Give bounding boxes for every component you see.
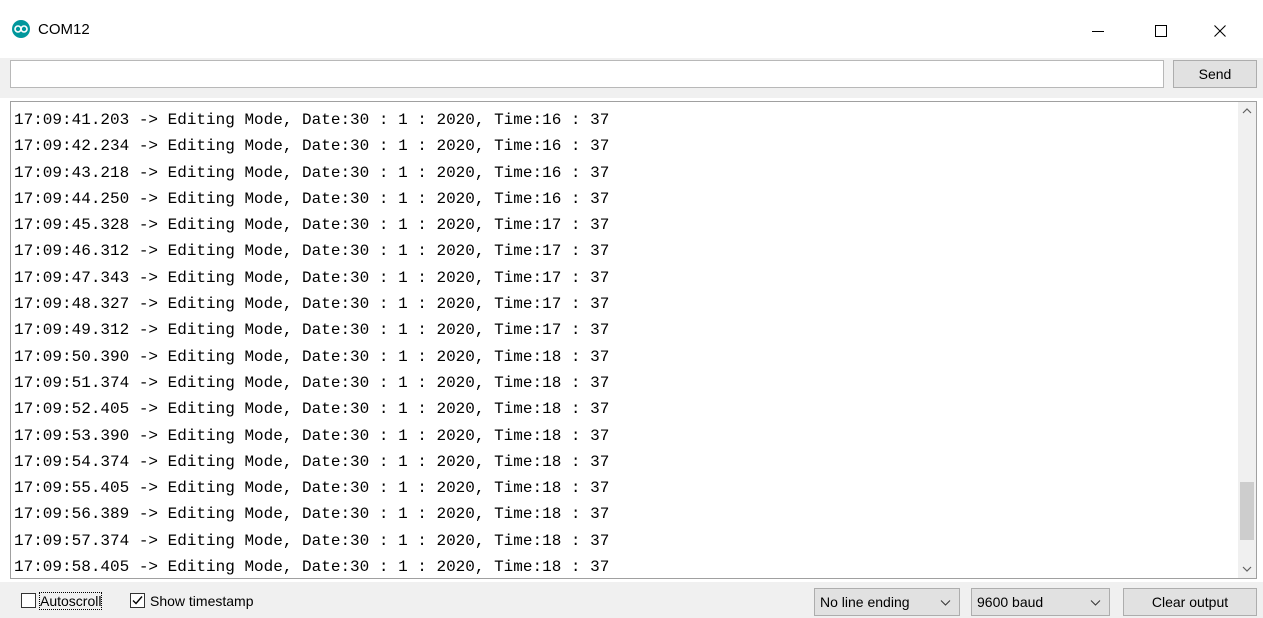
log-line: 17:09:55.405 -> Editing Mode, Date:30 : … [14, 479, 610, 498]
log-line: 17:09:45.328 -> Editing Mode, Date:30 : … [14, 216, 610, 235]
chevron-down-icon [1090, 600, 1101, 606]
log-line: 17:09:58.405 -> Editing Mode, Date:30 : … [14, 558, 610, 577]
send-button[interactable]: Send [1173, 60, 1257, 88]
vertical-scrollbar[interactable] [1238, 102, 1256, 578]
chevron-down-icon [940, 600, 951, 606]
maximize-button[interactable] [1138, 11, 1184, 51]
log-line: 17:09:53.390 -> Editing Mode, Date:30 : … [14, 426, 610, 445]
log-line: 17:09:56.389 -> Editing Mode, Date:30 : … [14, 505, 610, 524]
show-timestamp-label[interactable]: Show timestamp [150, 593, 253, 609]
log-line: 17:09:50.390 -> Editing Mode, Date:30 : … [14, 347, 610, 366]
log-line: 17:09:47.343 -> Editing Mode, Date:30 : … [14, 268, 610, 287]
window-title: COM12 [38, 21, 90, 38]
chevron-up-icon [1242, 108, 1252, 114]
title-bar: COM12 [0, 0, 1263, 56]
log-line: 17:09:52.405 -> Editing Mode, Date:30 : … [14, 400, 610, 419]
log-lines: 17:09:41.203 -> Editing Mode, Date:30 : … [14, 107, 1234, 580]
maximize-icon [1155, 25, 1167, 37]
scroll-up-button[interactable] [1238, 102, 1256, 120]
baud-rate-select[interactable]: 9600 baud [971, 588, 1110, 616]
arduino-infinity-icon [12, 20, 30, 38]
log-line: 17:09:41.203 -> Editing Mode, Date:30 : … [14, 111, 610, 129]
log-line: 17:09:43.218 -> Editing Mode, Date:30 : … [14, 163, 610, 182]
checkmark-icon [132, 596, 143, 605]
log-line: 17:09:48.327 -> Editing Mode, Date:30 : … [14, 295, 610, 314]
close-button[interactable] [1197, 11, 1243, 51]
baud-rate-value: 9600 baud [977, 594, 1044, 610]
log-line: 17:09:49.312 -> Editing Mode, Date:30 : … [14, 321, 610, 340]
chevron-down-icon [1242, 566, 1252, 572]
log-line: 17:09:57.374 -> Editing Mode, Date:30 : … [14, 531, 610, 550]
log-line: 17:09:51.374 -> Editing Mode, Date:30 : … [14, 373, 610, 392]
show-timestamp-checkbox[interactable] [130, 593, 145, 608]
serial-output[interactable]: 17:09:41.203 -> Editing Mode, Date:30 : … [10, 101, 1257, 579]
autoscroll-label[interactable]: Autoscroll [38, 592, 103, 610]
scroll-down-button[interactable] [1238, 560, 1256, 578]
clear-output-button[interactable]: Clear output [1123, 588, 1257, 616]
serial-input[interactable] [10, 60, 1164, 88]
line-ending-select[interactable]: No line ending [814, 588, 960, 616]
log-line: 17:09:42.234 -> Editing Mode, Date:30 : … [14, 137, 610, 156]
autoscroll-checkbox[interactable] [21, 593, 36, 608]
status-bar: Autoscroll Show timestamp No line ending… [0, 582, 1263, 618]
close-icon [1214, 25, 1226, 37]
scroll-thumb[interactable] [1240, 482, 1254, 540]
minimize-button[interactable] [1075, 11, 1121, 51]
log-line: 17:09:44.250 -> Editing Mode, Date:30 : … [14, 189, 610, 208]
minimize-icon [1092, 31, 1104, 32]
send-toolbar: Send [0, 58, 1263, 98]
log-line: 17:09:54.374 -> Editing Mode, Date:30 : … [14, 452, 610, 471]
line-ending-value: No line ending [820, 594, 910, 610]
log-line: 17:09:46.312 -> Editing Mode, Date:30 : … [14, 242, 610, 261]
